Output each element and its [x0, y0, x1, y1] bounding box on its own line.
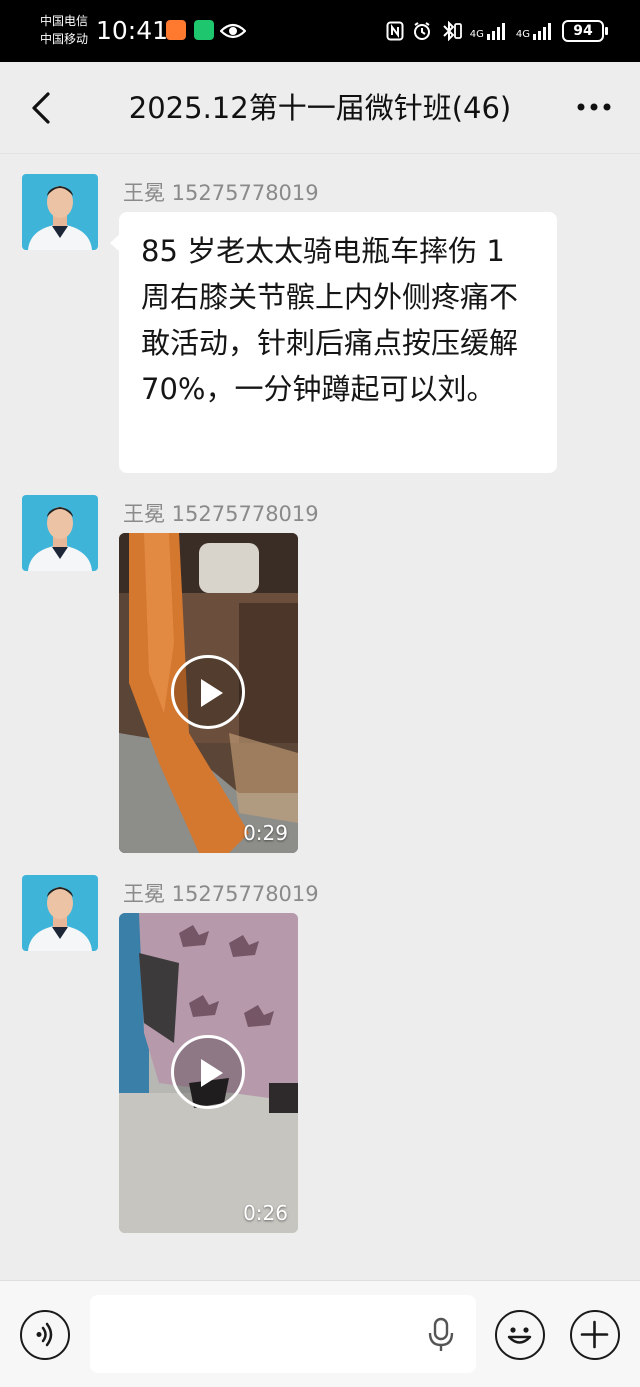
sender-name: 王冕 15275778019 — [123, 502, 319, 526]
video-duration: 0:29 — [243, 821, 288, 845]
carrier-1: 中国电信 — [40, 14, 89, 28]
plus-button[interactable] — [570, 1310, 620, 1360]
message-item: 王冕 15275778019 0:26 — [0, 875, 640, 1235]
hourglass-icon — [194, 20, 214, 40]
avatar[interactable] — [22, 875, 98, 951]
play-button[interactable] — [171, 1035, 245, 1109]
avatar[interactable] — [22, 495, 98, 571]
input-bar — [0, 1280, 640, 1387]
more-button[interactable] — [574, 92, 614, 122]
carrier-2: 中国移动 — [40, 32, 89, 46]
status-icons: 4G 4G 94 — [386, 18, 608, 44]
video-message[interactable]: 0:29 — [119, 533, 298, 853]
nfc-icon — [386, 21, 404, 41]
app-notification-icon — [166, 20, 186, 40]
battery-level: 94 — [573, 23, 593, 39]
message-item: 王冕 15275778019 85 岁老太太骑电瓶车摔伤 1 周右膝关节髌上内外… — [0, 174, 640, 474]
message-bubble[interactable]: 85 岁老太太骑电瓶车摔伤 1 周右膝关节髌上内外侧疼痛不敢活动，针刺后痛点按压… — [110, 212, 557, 473]
play-button[interactable] — [171, 655, 245, 729]
video-message[interactable]: 0:26 — [119, 913, 298, 1233]
message-input[interactable] — [90, 1295, 476, 1373]
plus-icon — [580, 1320, 609, 1349]
network-label-1: 4G — [469, 29, 484, 40]
sender-name: 王冕 15275778019 — [123, 181, 319, 205]
avatar[interactable] — [22, 174, 98, 250]
emoji-icon — [507, 1327, 532, 1344]
emoji-button[interactable] — [495, 1310, 545, 1360]
network-label-2: 4G — [515, 29, 530, 40]
signal-icon: 4G — [516, 22, 554, 40]
more-dots-icon — [577, 103, 611, 111]
avatar-image — [22, 174, 98, 250]
eye-icon — [220, 23, 246, 39]
voice-mode-icon — [36, 1322, 53, 1347]
signal-icon: 4G — [470, 22, 508, 40]
chat-title: 2025.12第十一届微针班(46) — [128, 91, 512, 125]
chat-header: 2025.12第十一届微针班(46) — [0, 62, 640, 154]
status-time: 10:41 — [96, 16, 169, 45]
avatar-image — [22, 495, 98, 571]
video-duration: 0:26 — [243, 1201, 288, 1225]
battery-icon: 94 — [562, 20, 608, 42]
message-item: 王冕 15275778019 0:29 — [0, 495, 640, 855]
alarm-icon — [413, 22, 430, 40]
avatar-image — [22, 875, 98, 951]
bluetooth-icon — [443, 21, 462, 41]
carrier-names: 中国电信 中国移动 — [40, 12, 88, 48]
sender-name: 王冕 15275778019 — [123, 882, 319, 906]
microphone-icon[interactable] — [426, 1317, 456, 1353]
voice-mode-button[interactable] — [20, 1310, 70, 1360]
status-bar: 中国电信 中国移动 10:41 4G 4G 94 — [0, 0, 640, 62]
